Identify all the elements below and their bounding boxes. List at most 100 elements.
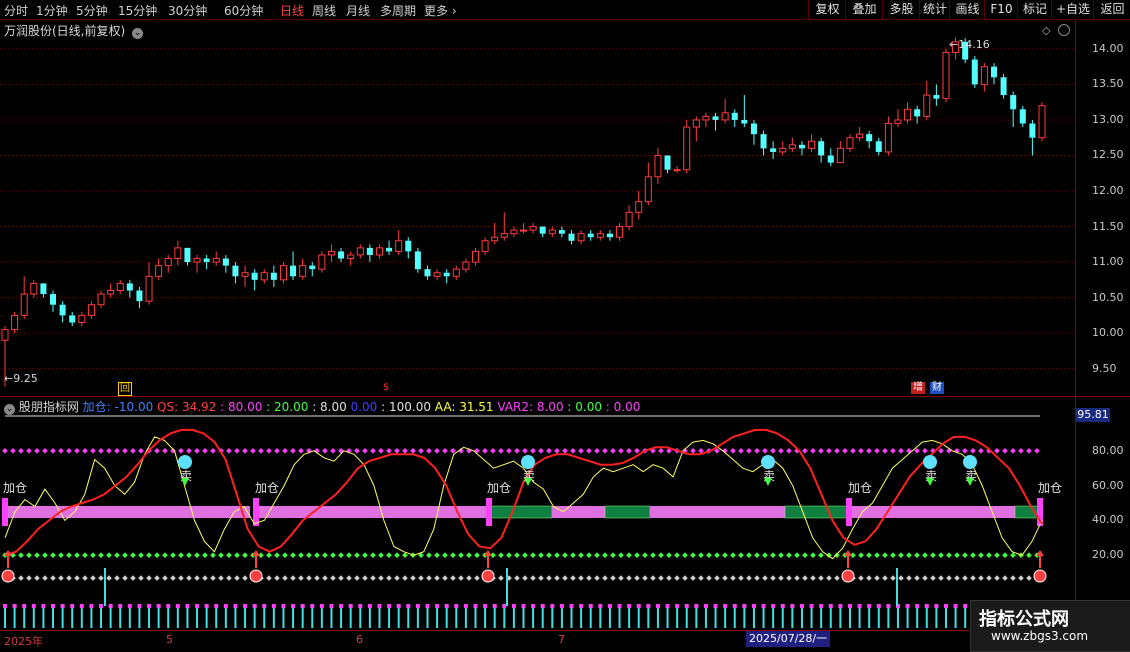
level-80-marker [42, 447, 48, 454]
level-8-marker [314, 575, 320, 581]
level-80-marker [490, 447, 496, 454]
level-20-marker [602, 552, 608, 559]
volume-bar-cap [118, 604, 123, 608]
volume-bar-cap [732, 604, 737, 608]
price-tick-label: 10.50 [1092, 290, 1124, 304]
level-20-marker [554, 552, 560, 559]
level-8-marker [586, 575, 592, 581]
level-8-marker [1010, 575, 1016, 581]
level-8-marker [826, 575, 832, 581]
add-position-marker [253, 498, 259, 526]
level-8-marker [106, 575, 112, 581]
volume-bar-cap [387, 604, 392, 608]
level-80-marker [322, 447, 328, 454]
level-20-marker [722, 552, 728, 559]
level-80-marker [746, 447, 752, 454]
volume-bar-cap [540, 604, 545, 608]
level-80-marker [282, 447, 288, 454]
volume-bar-cap [348, 604, 353, 608]
level-8-marker [874, 575, 880, 581]
level-20-marker [978, 552, 984, 559]
volume-bar-cap [454, 604, 459, 608]
level-80-marker [186, 447, 192, 454]
level-8-marker [498, 575, 504, 581]
volume-bar-cap [444, 604, 449, 608]
level-80-marker [338, 447, 344, 454]
level-8-marker [706, 575, 712, 581]
level-20-marker [242, 552, 248, 559]
watermark-url: www.zbgs3.com [991, 629, 1089, 643]
level-80-marker [122, 447, 128, 454]
volume-bar-cap [511, 604, 516, 608]
level-8-marker [186, 575, 192, 581]
volume-bar-cap [415, 604, 420, 608]
volume-bar-cap [828, 604, 833, 608]
sell-signal-icon [923, 455, 937, 469]
level-80-marker [802, 447, 808, 454]
level-80-marker [730, 447, 736, 454]
level-20-marker [66, 552, 72, 559]
volume-bar-cap [876, 604, 881, 608]
level-80-marker [522, 447, 528, 454]
price-tick-label: 11.00 [1092, 255, 1124, 269]
level-8-marker [986, 575, 992, 581]
volume-bar-cap [799, 604, 804, 608]
level-20-marker [194, 552, 200, 559]
level-80-marker [50, 447, 56, 454]
level-20-marker [386, 552, 392, 559]
level-20-marker [306, 552, 312, 559]
level-20-marker [426, 552, 432, 559]
level-80-marker [882, 447, 888, 454]
volume-bar-cap [761, 604, 766, 608]
level-20-marker [506, 552, 512, 559]
level-80-marker [202, 447, 208, 454]
level-8-marker [906, 575, 912, 581]
level-20-marker [338, 552, 344, 559]
level-20-marker [154, 552, 160, 559]
level-20-marker [946, 552, 952, 559]
level-20-marker [682, 552, 688, 559]
volume-bar-cap [886, 604, 891, 608]
indicator-tick-label: 20.00 [1092, 548, 1124, 562]
volume-bar-cap [569, 604, 574, 608]
level-8-marker [26, 575, 32, 581]
level-8-marker [138, 575, 144, 581]
level-8-marker [954, 575, 960, 581]
level-20-marker [82, 552, 88, 559]
level-20-marker [114, 552, 120, 559]
level-80-marker [562, 447, 568, 454]
level-8-marker [362, 575, 368, 581]
level-80-marker [106, 447, 112, 454]
level-8-marker [746, 575, 752, 581]
position-band-segment [650, 506, 720, 518]
level-20-marker [922, 552, 928, 559]
volume-bar-cap [521, 604, 526, 608]
volume-bar-cap [713, 604, 718, 608]
level-8-marker [810, 575, 816, 581]
volume-bar-cap [531, 604, 536, 608]
level-8-marker [522, 575, 528, 581]
level-20-marker [346, 552, 352, 559]
level-80-marker [26, 447, 32, 454]
volume-bar-cap [367, 604, 372, 608]
level-20-marker [890, 552, 896, 559]
volume-bar-cap [175, 604, 180, 608]
add-position-marker [486, 498, 492, 526]
level-20-marker [834, 552, 840, 559]
level-80-marker [362, 447, 368, 454]
volume-bar-cap [204, 604, 209, 608]
level-8-marker [834, 575, 840, 581]
level-8-marker [130, 575, 136, 581]
level-20-marker [442, 552, 448, 559]
back-button[interactable]: 返回 [1093, 0, 1130, 19]
level-80-marker [354, 447, 360, 454]
level-80-marker [970, 447, 976, 454]
price-tick-label: 13.50 [1092, 77, 1124, 91]
level-80-marker [298, 447, 304, 454]
volume-bar-cap [665, 604, 670, 608]
level-8-marker [578, 575, 584, 581]
level-20-marker [74, 552, 80, 559]
volume-bar-cap [550, 604, 555, 608]
level-20-marker [274, 552, 280, 559]
level-8-marker [514, 575, 520, 581]
